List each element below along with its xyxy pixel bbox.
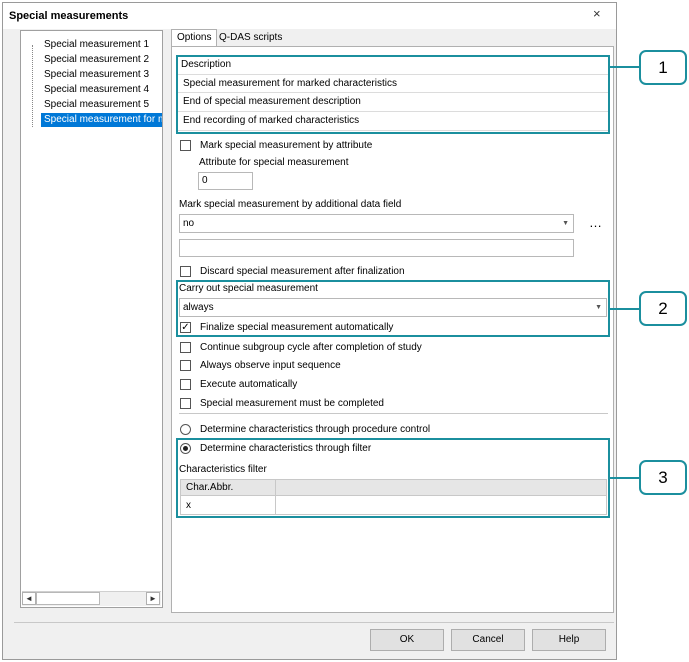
scroll-right-icon[interactable]: ►: [146, 592, 160, 605]
tree-item[interactable]: Special measurement 4: [41, 83, 162, 97]
attribute-input[interactable]: 0: [198, 172, 253, 190]
callout-connector-1: [610, 66, 639, 68]
section-divider: [179, 413, 608, 414]
mark-by-attribute-label: Mark special measurement by attribute: [200, 140, 373, 151]
tab-options[interactable]: Options: [171, 29, 218, 46]
scroll-thumb[interactable]: [36, 592, 100, 605]
observe-sequence-label: Always observe input sequence: [200, 360, 341, 371]
additional-field-value: no: [183, 218, 195, 229]
observe-sequence-checkbox[interactable]: [180, 360, 191, 371]
mark-by-attribute-checkbox[interactable]: [180, 140, 191, 151]
close-icon[interactable]: ×: [593, 6, 601, 21]
highlight-box-3: [176, 438, 610, 518]
additional-field-text[interactable]: [179, 239, 574, 257]
button-bar-divider: [14, 622, 614, 623]
discard-checkbox[interactable]: [180, 266, 191, 277]
must-complete-checkbox[interactable]: [180, 398, 191, 409]
scroll-left-icon[interactable]: ◄: [22, 592, 36, 605]
continue-subgroup-checkbox[interactable]: [180, 342, 191, 353]
tree-item-selected[interactable]: Special measurement for marked character…: [41, 113, 162, 127]
must-complete-label: Special measurement must be completed: [200, 398, 384, 409]
additional-field-combo[interactable]: no ▼: [179, 214, 574, 233]
tree-item[interactable]: Special measurement 1: [41, 38, 162, 52]
tab-qdas-scripts[interactable]: Q-DAS scripts: [214, 30, 287, 47]
chevron-down-icon: ▼: [562, 220, 569, 227]
ok-button[interactable]: OK: [370, 629, 444, 651]
more-options-button[interactable]: …: [589, 215, 602, 230]
dialog-title: Special measurements: [9, 10, 129, 22]
attribute-label: Attribute for special measurement: [199, 157, 349, 168]
callout-connector-2: [610, 308, 639, 310]
continue-subgroup-label: Continue subgroup cycle after completion…: [200, 342, 422, 353]
procedure-control-label: Determine characteristics through proced…: [200, 424, 431, 435]
tree-item[interactable]: Special measurement 2: [41, 53, 162, 67]
tree-item[interactable]: Special measurement 5: [41, 98, 162, 112]
tree-item-label: Special measurement 5: [44, 99, 150, 110]
tree-item-label: Special measurement 1: [44, 39, 150, 50]
additional-field-label: Mark special measurement by additional d…: [179, 199, 402, 210]
cancel-button[interactable]: Cancel: [451, 629, 525, 651]
discard-label: Discard special measurement after finali…: [200, 266, 405, 277]
callout-badge-3: 3: [639, 460, 687, 495]
callout-badge-1: 1: [639, 50, 687, 85]
execute-automatically-checkbox[interactable]: [180, 379, 191, 390]
tree-item[interactable]: Special measurement 3: [41, 68, 162, 82]
highlight-box-1: [176, 55, 610, 134]
tree-item-label: Special measurement 3: [44, 69, 150, 80]
tree-item-label: Special measurement for marked character…: [44, 114, 162, 125]
procedure-control-radio[interactable]: [180, 424, 191, 435]
highlight-box-2: [176, 280, 610, 337]
tree-item-label: Special measurement 2: [44, 54, 150, 65]
callout-badge-2: 2: [639, 291, 687, 326]
tree-item-label: Special measurement 4: [44, 84, 150, 95]
execute-automatically-label: Execute automatically: [200, 379, 298, 390]
callout-connector-3: [610, 477, 639, 479]
tree-connector: [32, 45, 33, 127]
help-button[interactable]: Help: [532, 629, 606, 651]
